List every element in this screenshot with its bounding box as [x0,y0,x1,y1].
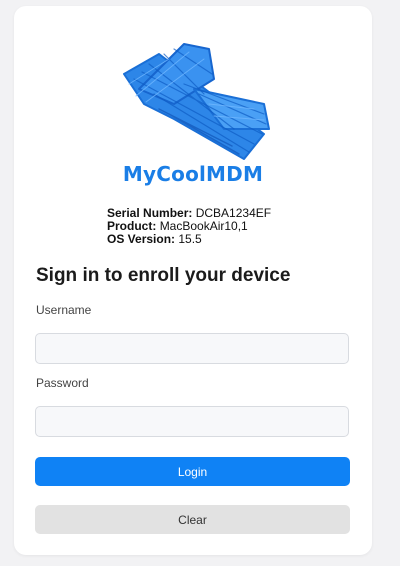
device-info: Serial Number: DCBA1234EF Product: MacBo… [107,207,271,246]
password-label: Password [36,376,89,390]
product-label: Product: [107,219,157,233]
password-field[interactable] [35,406,349,437]
os-version-label: OS Version: [107,232,176,246]
enrollment-card: MyCoolMDM Serial Number: DCBA1234EF Prod… [14,6,372,555]
product-value: MacBookAir10,1 [159,219,248,233]
login-button[interactable]: Login [35,457,350,486]
os-version-row: OS Version: 15.5 [107,233,271,246]
brand-name: MyCoolMDM [122,162,264,186]
serial-number-label: Serial Number: [107,206,193,220]
username-field[interactable] [35,333,349,364]
serial-number-value: DCBA1234EF [195,206,272,220]
username-label: Username [36,303,92,317]
page-title: Sign in to enroll your device [36,265,291,286]
blue-scribble-logo-icon [114,34,274,164]
clear-button[interactable]: Clear [35,505,350,534]
os-version-value: 15.5 [178,232,202,246]
